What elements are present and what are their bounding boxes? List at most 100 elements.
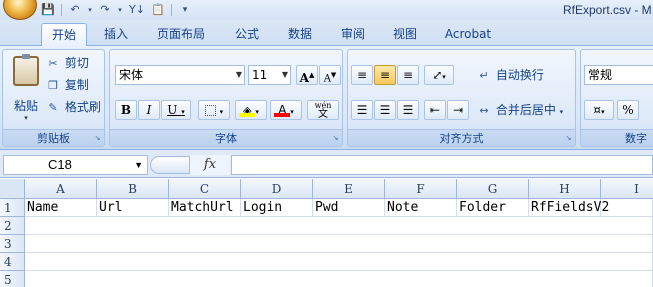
- number-format-value: 常规: [588, 68, 613, 82]
- cell-e1[interactable]: Pwd: [313, 199, 385, 217]
- merge-cells-icon: ↔: [479, 103, 489, 117]
- undo-icon[interactable]: ↶: [67, 3, 83, 17]
- clipboard-group-label: 剪贴板: [3, 129, 104, 146]
- increase-indent-button[interactable]: ⇥: [447, 100, 469, 120]
- wrap-text-icon: ↵: [479, 68, 489, 82]
- column-header-b[interactable]: B: [97, 179, 169, 199]
- select-all-button[interactable]: [0, 179, 25, 199]
- sort-icon[interactable]: Y↓: [127, 3, 147, 17]
- paste-icon: [13, 54, 39, 86]
- cell-f1[interactable]: Note: [385, 199, 457, 217]
- column-header-i[interactable]: I: [601, 179, 653, 199]
- undo-dropdown-icon[interactable]: ▾: [86, 3, 94, 17]
- number-group: 常规 ¤▾ % 数字: [580, 49, 653, 147]
- accounting-format-button[interactable]: ¤▾: [584, 100, 614, 120]
- grow-font-button[interactable]: A▲: [296, 65, 318, 85]
- row-header-2[interactable]: 2: [0, 217, 25, 235]
- tab-review[interactable]: 审阅: [333, 23, 373, 46]
- row-header-1[interactable]: 1: [0, 199, 25, 217]
- alignment-dialog-launcher-icon[interactable]: ↘: [564, 134, 573, 143]
- tab-data[interactable]: 数据: [280, 23, 320, 46]
- number-format-select[interactable]: 常规: [584, 65, 653, 85]
- window-title: RfExport.csv - M: [563, 3, 652, 17]
- clipboard-icon[interactable]: 📋: [150, 3, 166, 17]
- empty-row[interactable]: [25, 235, 653, 253]
- paste-button[interactable]: 粘贴 ▾: [9, 54, 43, 122]
- shrink-font-button[interactable]: A▼: [319, 65, 341, 85]
- column-header-g[interactable]: G: [457, 179, 529, 199]
- chevron-down-icon: ▾: [601, 108, 605, 116]
- phonetic-guide-button[interactable]: wén 文: [307, 100, 339, 120]
- decrease-indent-button[interactable]: ⇤: [424, 100, 446, 120]
- empty-row[interactable]: [25, 271, 653, 287]
- font-color-button[interactable]: A ▾: [270, 100, 302, 120]
- chevron-down-icon: ▼: [134, 160, 143, 170]
- fill-color-button[interactable]: ◈ ▾: [235, 100, 267, 120]
- align-right-button[interactable]: ☰: [397, 100, 419, 120]
- align-middle-button[interactable]: ≡: [374, 65, 396, 85]
- font-size-select[interactable]: 11 ▼: [248, 65, 291, 85]
- orientation-button[interactable]: ⤢▾: [424, 65, 454, 85]
- merge-center-button[interactable]: ↔ 合并后居中 ▾: [476, 101, 563, 121]
- quick-access-toolbar: 💾 ↶ ▾ ↷ ▾ Y↓ 📋 ▾: [40, 2, 193, 18]
- column-header-c[interactable]: C: [169, 179, 241, 199]
- cell-d1[interactable]: Login: [241, 199, 313, 217]
- cell-c1[interactable]: MatchUrl: [169, 199, 241, 217]
- ribbon-tabs: 开始 插入 页面布局 公式 数据 审阅 视图 Acrobat: [0, 20, 653, 46]
- brush-icon: ✎: [48, 100, 58, 114]
- tab-formulas[interactable]: 公式: [227, 23, 267, 46]
- row-header-5[interactable]: 5: [0, 271, 25, 287]
- underline-label: U: [167, 103, 178, 117]
- align-bottom-button[interactable]: ≡: [397, 65, 419, 85]
- save-icon[interactable]: 💾: [40, 3, 56, 17]
- format-painter-label: 格式刷: [64, 100, 101, 114]
- font-name-select[interactable]: 宋体 ▼: [115, 65, 245, 85]
- format-painter-button[interactable]: ✎ 格式刷: [45, 98, 101, 116]
- column-header-h[interactable]: H: [529, 179, 601, 199]
- align-left-button[interactable]: ☰: [351, 100, 373, 120]
- cell-h1[interactable]: RfFieldsV2: [529, 199, 609, 217]
- fill-color-swatch: [239, 113, 255, 117]
- column-header-a[interactable]: A: [25, 179, 97, 199]
- cell-a1[interactable]: Name: [25, 199, 97, 217]
- font-group-label: 字体: [110, 129, 342, 146]
- customize-arrow-icon[interactable]: ▾: [177, 3, 193, 17]
- chevron-down-icon: ▾: [255, 108, 259, 116]
- column-header-f[interactable]: F: [385, 179, 457, 199]
- underline-button[interactable]: U ▾: [161, 100, 191, 120]
- formula-bar-splitter[interactable]: [150, 156, 190, 174]
- row-header-4[interactable]: 4: [0, 253, 25, 271]
- wrap-text-button[interactable]: ↵ 自动换行: [476, 66, 543, 84]
- column-header-e[interactable]: E: [313, 179, 385, 199]
- bold-button[interactable]: B: [115, 100, 137, 120]
- insert-function-button[interactable]: fx: [190, 155, 230, 175]
- tab-view[interactable]: 视图: [385, 23, 425, 46]
- empty-row[interactable]: [25, 217, 653, 235]
- align-top-button[interactable]: ≡: [351, 65, 373, 85]
- clipboard-dialog-launcher-icon[interactable]: ↘: [93, 134, 102, 143]
- tab-acrobat[interactable]: Acrobat: [437, 23, 499, 46]
- chevron-down-icon: ▼: [281, 70, 288, 79]
- name-box[interactable]: C18 ▼: [3, 155, 148, 175]
- borders-button[interactable]: ▾: [198, 100, 230, 120]
- column-header-d[interactable]: D: [241, 179, 313, 199]
- formula-input[interactable]: [231, 155, 653, 175]
- percent-button[interactable]: %: [617, 100, 639, 120]
- italic-button[interactable]: I: [138, 100, 160, 120]
- tab-insert[interactable]: 插入: [96, 23, 136, 46]
- tab-page-layout[interactable]: 页面布局: [150, 23, 212, 46]
- paste-dropdown-icon[interactable]: ▾: [9, 114, 43, 122]
- cell-i1[interactable]: [601, 199, 653, 217]
- office-button[interactable]: [3, 0, 37, 20]
- cell-g1[interactable]: Folder: [457, 199, 529, 217]
- redo-dropdown-icon[interactable]: ▾: [116, 3, 124, 17]
- redo-icon[interactable]: ↷: [97, 3, 113, 17]
- tab-home[interactable]: 开始: [41, 23, 87, 46]
- empty-row[interactable]: [25, 253, 653, 271]
- font-dialog-launcher-icon[interactable]: ↘: [331, 134, 340, 143]
- row-header-3[interactable]: 3: [0, 235, 25, 253]
- align-center-button[interactable]: ☰: [374, 100, 396, 120]
- copy-button[interactable]: ❐ 复制: [45, 76, 89, 94]
- cell-b1[interactable]: Url: [97, 199, 169, 217]
- cut-button[interactable]: ✂ 剪切: [45, 54, 88, 72]
